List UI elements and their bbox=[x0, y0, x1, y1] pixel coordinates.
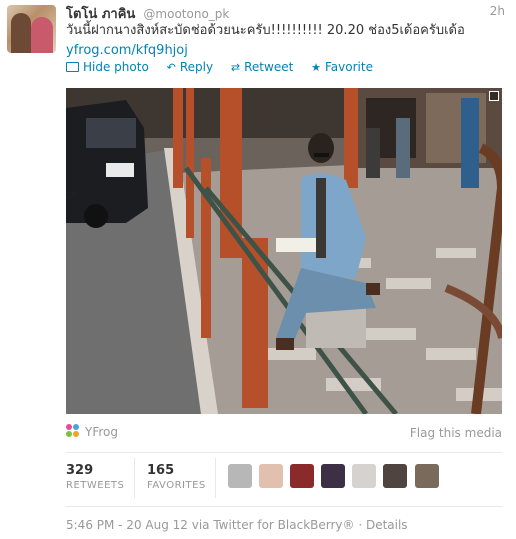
media-photo[interactable]: 28 bbox=[66, 88, 502, 414]
avatar-person-right bbox=[31, 17, 53, 53]
photo-icon bbox=[66, 61, 79, 72]
media-source-label: YFrog bbox=[85, 425, 118, 439]
favoriter-avatar[interactable] bbox=[290, 464, 315, 488]
retweet-icon: ⇄ bbox=[230, 61, 241, 74]
retweet-label: Retweet bbox=[244, 60, 294, 74]
tweet-timestamp[interactable]: 2h bbox=[490, 4, 505, 18]
favorites-count: 165 bbox=[147, 463, 175, 478]
reply-label: Reply bbox=[179, 60, 214, 74]
retweets-count: 329 bbox=[66, 463, 94, 478]
tweet-text: วันนี้ฝากนางสิงห์สะบัดช่อด้วยนะครับ!!!!!… bbox=[66, 21, 506, 61]
divider-bottom bbox=[66, 506, 502, 507]
flag-media-link[interactable]: Flag this media bbox=[410, 426, 502, 440]
favorite-button[interactable]: ★ Favorite bbox=[311, 60, 373, 74]
hide-photo-label: Hide photo bbox=[83, 60, 149, 74]
hide-photo-button[interactable]: Hide photo bbox=[66, 60, 149, 74]
retweets-label: RETWEETS bbox=[66, 480, 125, 491]
full-name[interactable]: โตโน่ ภาคิน bbox=[66, 7, 135, 22]
favoriter-avatar[interactable] bbox=[228, 464, 252, 488]
favoriter-avatar[interactable] bbox=[414, 464, 439, 488]
tweet-body: วันนี้ฝากนางสิงห์สะบัดช่อด้วยนะครับ!!!!!… bbox=[66, 23, 465, 38]
favoriter-avatar[interactable] bbox=[383, 464, 408, 488]
username[interactable]: @mootono_pk bbox=[143, 7, 229, 21]
retweets-stat[interactable]: 329 RETWEETS bbox=[66, 463, 124, 491]
tweet-meta[interactable]: 5:46 PM - 20 Aug 12 via Twitter for Blac… bbox=[66, 518, 408, 532]
star-icon: ★ bbox=[311, 61, 321, 74]
favoriter-avatars bbox=[228, 464, 441, 488]
favoriter-avatar[interactable] bbox=[259, 464, 284, 488]
media-source[interactable]: YFrog bbox=[66, 424, 118, 439]
media-link[interactable]: yfrog.com/kfq9hjoj bbox=[66, 41, 506, 61]
divider-top bbox=[66, 452, 502, 453]
reply-button[interactable]: ↶ Reply bbox=[167, 60, 213, 74]
favoriter-avatar[interactable] bbox=[321, 464, 346, 488]
tweet-actions: Hide photo ↶ Reply ⇄ Retweet ★ Favorite bbox=[66, 60, 387, 74]
avatar[interactable] bbox=[7, 5, 56, 53]
expand-icon[interactable] bbox=[489, 91, 499, 101]
favorite-label: Favorite bbox=[325, 60, 373, 74]
favorites-label: FAVORITES bbox=[147, 480, 206, 491]
stat-separator bbox=[134, 458, 135, 498]
favorites-stat[interactable]: 165 FAVORITES bbox=[147, 463, 206, 491]
retweet-button[interactable]: ⇄ Retweet bbox=[231, 60, 293, 74]
yfrog-icon bbox=[66, 424, 80, 438]
plate-number: 28 bbox=[66, 191, 76, 200]
stat-separator bbox=[215, 458, 216, 498]
reply-icon: ↶ bbox=[166, 61, 176, 74]
avatar-person-left bbox=[11, 13, 31, 53]
street-photo: 28 bbox=[66, 88, 502, 414]
favoriter-avatar[interactable] bbox=[352, 464, 377, 488]
